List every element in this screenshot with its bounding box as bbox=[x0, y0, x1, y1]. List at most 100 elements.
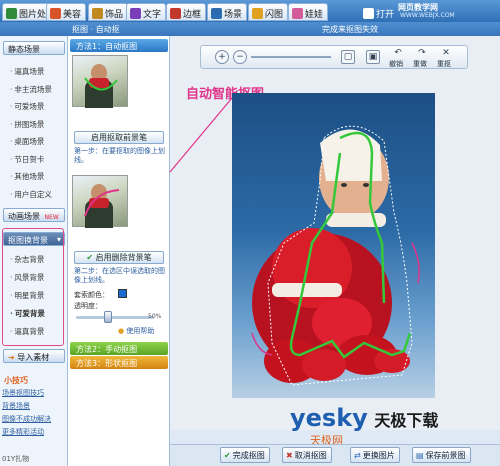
save-icon: ▤ bbox=[416, 451, 424, 460]
scene-icon bbox=[211, 7, 222, 19]
baby-photo[interactable] bbox=[232, 93, 435, 398]
static-scene-item[interactable]: 逼真场景 bbox=[10, 66, 44, 77]
edge-color-swatch[interactable] bbox=[118, 289, 127, 298]
method1-step: 第一步：在要抠取的图像上划线。 bbox=[74, 147, 165, 164]
tip-link[interactable]: 图像不成功解决 bbox=[2, 414, 51, 424]
flash-icon bbox=[252, 7, 263, 19]
zoom-slider[interactable] bbox=[251, 56, 331, 58]
undo-label: 撤销 bbox=[389, 60, 403, 68]
title-right: 完成来抠图失效 bbox=[322, 25, 378, 34]
method1b-step: 第二步：在选区中误选取的图像上划线。 bbox=[74, 267, 165, 284]
enable-delete-background-pen-button[interactable]: ✔ 启用删除背景笔 bbox=[74, 251, 164, 264]
static-scene-item[interactable]: 可爱场景 bbox=[10, 101, 44, 112]
lightbulb-icon: ● bbox=[118, 327, 125, 335]
bottom-button[interactable]: ⇄ 更换图片 bbox=[350, 447, 400, 463]
callout-arrow bbox=[169, 97, 233, 173]
method3-header-label: 方法3：形状抠图 bbox=[76, 359, 138, 368]
enable-foreground-pen-button[interactable]: 启用抠取前景笔 bbox=[74, 131, 164, 144]
ornament-icon bbox=[92, 7, 103, 19]
static-scene-item[interactable]: 桌面场景 bbox=[10, 136, 44, 147]
tip-link[interactable]: 背景场景 bbox=[2, 401, 30, 411]
static-scene-item[interactable]: 非主流场景 bbox=[10, 84, 52, 95]
tab-label: 娃娃 bbox=[305, 9, 324, 20]
bottom-button[interactable]: ▤ 保存前景图 bbox=[412, 447, 471, 463]
fit-icon[interactable]: ▢ bbox=[341, 50, 355, 64]
highlight-box bbox=[2, 228, 64, 346]
opacity-label: 透明度： bbox=[74, 302, 102, 310]
actual-size-icon[interactable]: ▣ bbox=[366, 50, 380, 64]
tab-label: 饰品 bbox=[105, 9, 124, 20]
title-bar: 抠图 · 自动抠 完成来抠图失效 bbox=[0, 22, 500, 36]
open-icon bbox=[363, 7, 374, 19]
site-url: WWW.WEBJX.COM bbox=[400, 12, 455, 19]
reset-label: 重抠 bbox=[437, 60, 451, 68]
help-link-label: 使用帮助 bbox=[126, 327, 155, 335]
watermark-brand: 天极下载 bbox=[374, 411, 439, 430]
check-icon: ✔ bbox=[86, 253, 94, 262]
tab-8[interactable]: 打开 bbox=[360, 3, 398, 21]
image-toolbar: + − ▢ ▣ ↶ 撤销 ↷ 重做 ✕ 重抠 bbox=[200, 45, 468, 69]
bottom-button-label: 更换图片 bbox=[362, 451, 395, 460]
static-scene-item[interactable]: 用户自定义 bbox=[10, 189, 52, 200]
tab-label: 闪图 bbox=[265, 9, 284, 20]
opacity-value: 50% bbox=[148, 313, 162, 320]
tab-5[interactable]: 场景 bbox=[207, 3, 248, 21]
arrow-right-icon: ➜ bbox=[8, 353, 15, 362]
edge-color-label: 套索颜色： bbox=[74, 291, 109, 299]
opacity-slider-track[interactable] bbox=[76, 316, 154, 319]
import-label: 导入素材 bbox=[17, 353, 50, 362]
tab-label: 场景 bbox=[224, 9, 243, 20]
close-icon: ✖ bbox=[286, 451, 293, 460]
tab-6[interactable]: 闪图 bbox=[248, 3, 289, 21]
method2-header[interactable]: 方法2：手动抠图 bbox=[70, 342, 168, 355]
animated-scene-label: 动画场景 bbox=[8, 212, 40, 221]
swap-icon: ⇄ bbox=[354, 451, 361, 460]
tab-label: 边框 bbox=[183, 9, 202, 20]
import-material-button[interactable]: ➜ 导入素材 bbox=[3, 349, 65, 363]
animated-scene-header[interactable]: 动画场景 NEW bbox=[3, 208, 65, 222]
face-icon bbox=[50, 7, 61, 19]
tip-link[interactable]: 场景抠图技巧 bbox=[2, 388, 44, 398]
green-stroke-icon bbox=[84, 77, 118, 91]
check-icon: ✔ bbox=[224, 451, 231, 460]
static-scene-item[interactable]: 其他场景 bbox=[10, 171, 44, 182]
zoom-in-icon[interactable]: + bbox=[215, 50, 229, 64]
method3-header[interactable]: 方法3：形状抠图 bbox=[70, 356, 168, 369]
baby-figure bbox=[251, 125, 420, 386]
new-badge-icon: NEW bbox=[44, 214, 59, 221]
tab-1[interactable]: 美容 bbox=[46, 3, 87, 21]
tab-2[interactable]: 饰品 bbox=[88, 3, 129, 21]
method2-header-label: 方法2：手动抠图 bbox=[76, 345, 138, 354]
method1-header[interactable]: 方法1：自动抠图 bbox=[70, 39, 168, 52]
tab-4[interactable]: 边框 bbox=[166, 3, 207, 21]
redo-label: 重做 bbox=[413, 60, 427, 68]
preview-thumbnail-1 bbox=[72, 55, 128, 108]
tip-link[interactable]: 更多精彩活动 bbox=[2, 427, 44, 437]
tab-7[interactable]: 娃娃 bbox=[288, 3, 329, 21]
bottom-button-label: 保存前景图 bbox=[425, 451, 466, 460]
bottom-button[interactable]: ✔ 完成抠图 bbox=[220, 447, 270, 463]
preview-thumbnail-2 bbox=[72, 175, 128, 228]
zoom-out-icon[interactable]: − bbox=[233, 50, 247, 64]
doll-icon bbox=[292, 7, 303, 19]
method-panel: 方法1：自动抠图 启用抠取前景笔 第一步：在要抠取的图像上划线。 ✔ 启用删除背… bbox=[68, 36, 170, 466]
bottom-button[interactable]: ✖ 取消抠图 bbox=[282, 447, 332, 463]
image-icon bbox=[6, 7, 17, 19]
tab-label: 文字 bbox=[143, 9, 162, 20]
tab-label: 美容 bbox=[63, 9, 82, 20]
opacity-slider-thumb[interactable] bbox=[104, 311, 112, 323]
tips-title: 小技巧 bbox=[4, 376, 28, 385]
static-scene-item[interactable]: 拼图场景 bbox=[10, 119, 44, 130]
red-stroke-icon bbox=[84, 189, 120, 217]
tab-label: 打开 bbox=[376, 9, 395, 20]
static-scene-item[interactable]: 节日贺卡 bbox=[10, 154, 44, 165]
frame-icon bbox=[170, 7, 181, 19]
bottom-button-label: 取消抠图 bbox=[294, 451, 327, 460]
help-link[interactable]: ● 使用帮助 bbox=[118, 326, 154, 336]
tab-3[interactable]: 文字 bbox=[126, 3, 167, 21]
watermark-logo: yesky bbox=[290, 404, 368, 432]
title-left: 抠图 · 自动抠 bbox=[72, 25, 120, 34]
watermark: yesky 天极下载 天极网 bbox=[290, 404, 439, 447]
static-scene-header[interactable]: 静态场景 bbox=[3, 41, 65, 55]
method1-header-label: 方法1：自动抠图 bbox=[76, 42, 138, 51]
